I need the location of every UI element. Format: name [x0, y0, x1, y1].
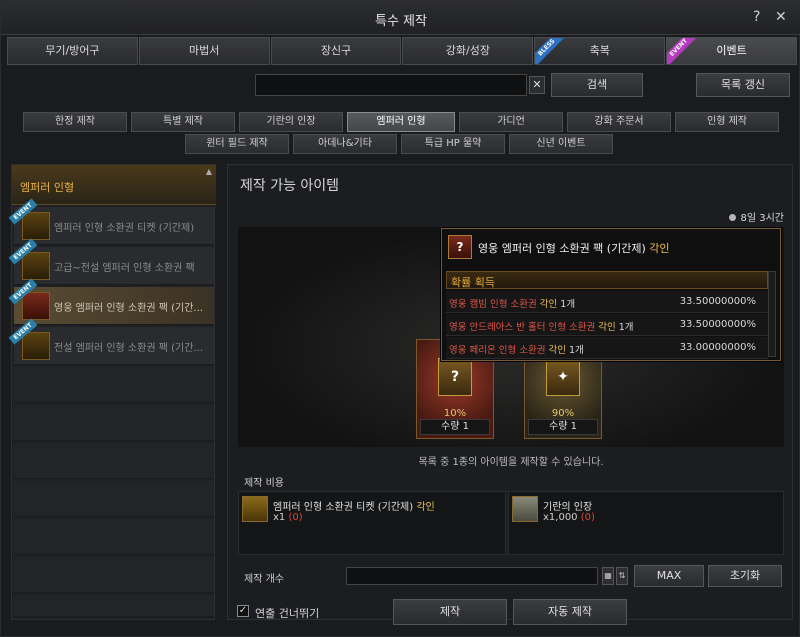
search-clear-button[interactable]: ✕ — [529, 76, 545, 94]
bless-ribbon: BLESS — [535, 38, 571, 64]
stepper-icon[interactable]: ⇅ — [616, 567, 628, 585]
craft-info-text: 목록 중 1종의 아이템을 제작할 수 있습니다. — [418, 457, 604, 468]
question-pack-icon: ? — [448, 235, 472, 259]
probability-section: 확률 획득 — [446, 271, 768, 289]
search-input[interactable] — [255, 74, 527, 96]
subtab-giran-seal[interactable]: 기란의 인장 — [239, 112, 343, 132]
cost-item[interactable]: 엠퍼러 인형 소환권 티켓 (기간제) 각인 x1 (0) — [238, 491, 506, 555]
list-item-selected[interactable]: EVENT 영웅 엠퍼러 인형 소환권 팩 (기간... — [8, 278, 214, 325]
scroll-up-icon[interactable]: ▲ — [206, 167, 212, 176]
subtab-hp-potion[interactable]: 특급 HP 물약 — [401, 134, 505, 154]
empty-row — [14, 405, 214, 441]
timer: 8일 3시간 — [729, 209, 784, 224]
probability-row: 영웅 안드레아스 반 홀터 인형 소환권 각인 1개 33.50000000% — [446, 314, 768, 336]
empty-row — [14, 481, 214, 517]
search-row: ✕ 검색 목록 갱신 — [1, 69, 800, 101]
pack-icon — [22, 332, 50, 360]
recipe-list-header: 엠퍼러 인형 ▲ — [12, 165, 216, 205]
ticket-icon — [242, 496, 268, 522]
tab-enhance-growth[interactable]: 강화/성장 — [402, 37, 534, 65]
help-button[interactable]: ? — [753, 9, 760, 25]
titlebar: 특수 제작 ? ✕ — [1, 1, 800, 35]
probability-row: 영웅 캠빔 인형 소환권 각인 1개 33.50000000% — [446, 291, 768, 313]
card-percent: 90% — [551, 408, 575, 419]
card-quantity: 수량 1 — [420, 419, 490, 435]
probability-row: 영웅 페리온 인형 소환권 각인 1개 33.00000000% — [446, 337, 768, 359]
craft-cost: 제작 비용 엠퍼러 인형 소환권 티켓 (기간제) 각인 x1 (0) 기란의 … — [238, 471, 784, 559]
subtab-new-year-event[interactable]: 신년 이벤트 — [509, 134, 613, 154]
tab-accessory[interactable]: 장신구 — [270, 37, 402, 65]
tab-event[interactable]: EVENT 이벤트 — [666, 37, 797, 65]
event-ribbon: EVENT — [667, 38, 703, 64]
recipe-list-title: 엠퍼러 인형 — [20, 181, 75, 194]
special-craft-window: 특수 제작 ? ✕ 무기/방어구 마법서 장신구 강화/성장 BLESS 축복 … — [0, 0, 800, 637]
category-tabs: 무기/방어구 마법서 장신구 강화/성장 BLESS 축복 EVENT 이벤트 — [7, 37, 797, 65]
skip-animation-checkbox[interactable]: ✓ — [237, 605, 249, 617]
empty-row — [14, 367, 214, 403]
card-percent: 10% — [443, 408, 467, 419]
craft-count-input[interactable] — [346, 567, 598, 585]
tab-weapon-armor[interactable]: 무기/방어구 — [7, 37, 138, 65]
search-button[interactable]: 검색 — [551, 73, 643, 97]
craft-count-row: 제작 개수 ▦ ⇅ MAX 초기화 — [238, 565, 784, 589]
card-quantity: 수량 1 — [528, 419, 598, 435]
close-button[interactable]: ✕ — [775, 9, 787, 25]
list-item[interactable]: EVENT 엠퍼러 인형 소환권 티켓 (기간제) — [8, 198, 214, 245]
empty-row — [14, 443, 214, 479]
pack-icon — [22, 252, 50, 280]
cost-item[interactable]: 기란의 인장 x1,000 (0) — [508, 491, 784, 555]
gold-scroll-icon: ✦ — [546, 358, 580, 396]
max-button[interactable]: MAX — [634, 565, 704, 587]
subtab-guardian[interactable]: 가디언 — [459, 112, 563, 132]
calculator-icon[interactable]: ▦ — [602, 567, 614, 585]
empty-row — [14, 557, 214, 593]
bottom-bar: ✓ 연출 건너뛰기 제작 자동 제작 — [227, 597, 793, 627]
list-item[interactable]: EVENT 전설 엠퍼러 인형 소환권 팩 (기간... — [8, 318, 214, 365]
list-item[interactable]: EVENT 고급~전설 엠퍼러 인형 소환권 팩 — [8, 238, 214, 285]
ticket-icon — [22, 212, 50, 240]
tab-bless[interactable]: BLESS 축복 — [534, 37, 666, 65]
empty-row — [14, 519, 214, 555]
pack-icon — [22, 292, 50, 320]
reset-button[interactable]: 초기화 — [708, 565, 782, 587]
tooltip-title: 영웅 엠퍼러 인형 소환권 팩 (기간제) 각인 — [478, 242, 670, 255]
item-tooltip: ? 영웅 엠퍼러 인형 소환권 팩 (기간제) 각인 확률 획득 영웅 캠빔 인… — [441, 228, 781, 361]
craft-panel-title: 제작 가능 아이템 — [240, 178, 340, 194]
empty-row — [14, 595, 214, 617]
subtab-special[interactable]: 특별 제작 — [131, 112, 235, 132]
auto-craft-button[interactable]: 자동 제작 — [513, 599, 627, 625]
subtab-limited[interactable]: 한정 제작 — [23, 112, 127, 132]
seal-icon — [512, 496, 538, 522]
subtab-enhance-scroll[interactable]: 강화 주문서 — [567, 112, 671, 132]
tooltip-scrollbar[interactable] — [768, 271, 776, 357]
tab-spellbook[interactable]: 마법서 — [138, 37, 270, 65]
subtab-doll-craft[interactable]: 인형 제작 — [675, 112, 779, 132]
subtab-emperor-doll[interactable]: 엠퍼러 인형 — [347, 112, 455, 132]
skip-animation-label: 연출 건너뛰기 — [255, 607, 320, 620]
refresh-list-button[interactable]: 목록 갱신 — [696, 73, 790, 97]
clock-icon — [729, 214, 737, 221]
question-pack-icon: ? — [438, 358, 472, 396]
sub-tabs: 한정 제작 특별 제작 기란의 인장 엠퍼러 인형 가디언 강화 주문서 인형 … — [9, 104, 793, 160]
subtab-adena-etc[interactable]: 아데나&기타 — [293, 134, 397, 154]
craft-cost-label: 제작 비용 — [244, 478, 284, 489]
recipe-list: 엠퍼러 인형 ▲ EVENT 엠퍼러 인형 소환권 티켓 (기간제) EVENT… — [8, 164, 216, 620]
craft-button[interactable]: 제작 — [393, 599, 507, 625]
subtab-winter-field[interactable]: 윈터 필드 제작 — [185, 134, 289, 154]
window-title: 특수 제작 — [375, 14, 427, 29]
craft-count-label: 제작 개수 — [244, 574, 284, 585]
